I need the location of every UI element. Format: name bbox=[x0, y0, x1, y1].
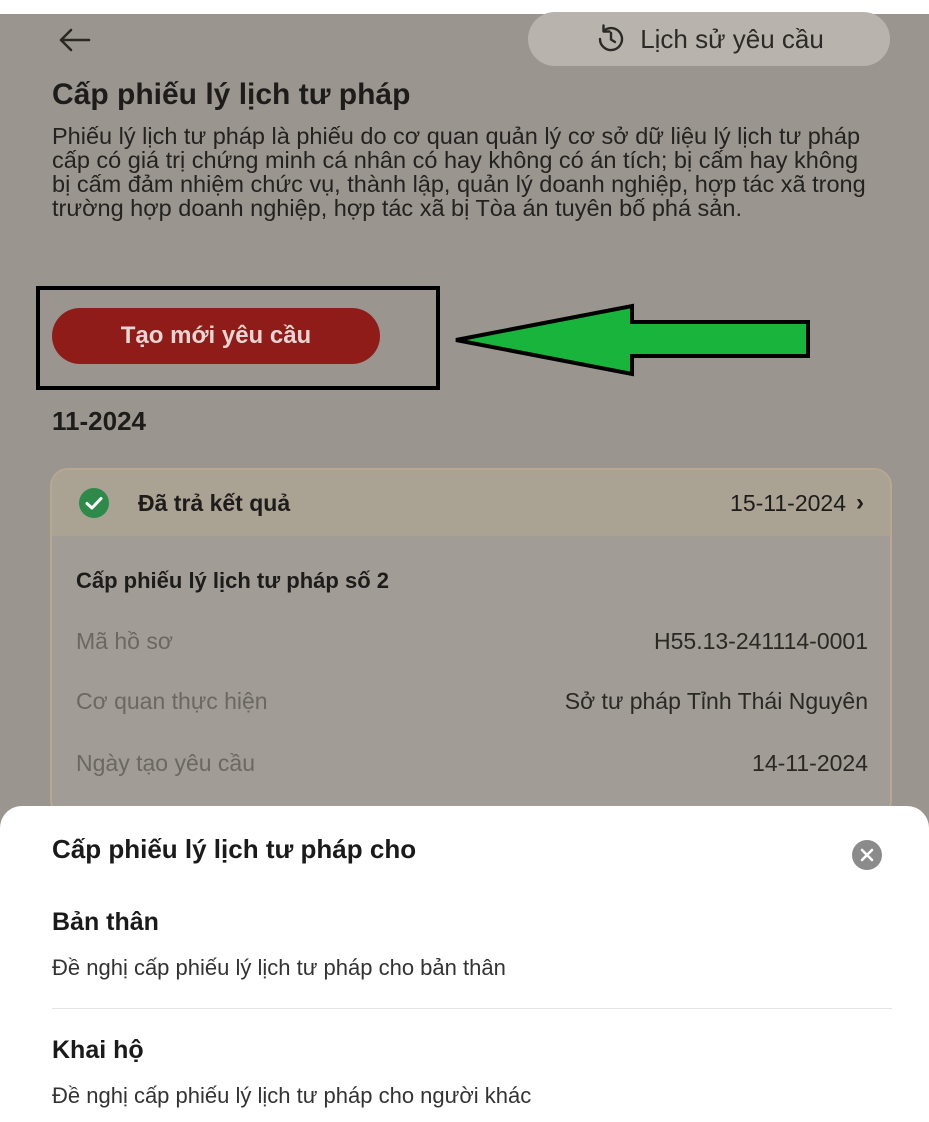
request-history-label: Lịch sử yêu cầu bbox=[640, 23, 824, 54]
chevron-right-icon: › bbox=[856, 489, 864, 516]
detail-row-agency: Cơ quan thực hiện Sở tư pháp Tỉnh Thái N… bbox=[76, 688, 868, 715]
option-title: Bản thân bbox=[52, 908, 159, 936]
option-on-behalf[interactable]: Khai hộ Đề nghị cấp phiếu lý lịch tư phá… bbox=[52, 1036, 892, 1109]
detail-value: H55.13-241114-0001 bbox=[654, 628, 868, 654]
detail-label: Mã hồ sơ bbox=[76, 628, 173, 654]
month-group-label: 11-2024 bbox=[52, 406, 146, 436]
detail-label: Ngày tạo yêu cầu bbox=[76, 750, 256, 776]
status-badge: Đã trả kết quả bbox=[138, 489, 291, 516]
history-clock-icon bbox=[594, 22, 628, 56]
annotation-highlight-box bbox=[36, 286, 440, 390]
request-history-button[interactable]: Lịch sử yêu cầu bbox=[528, 12, 890, 66]
close-icon[interactable] bbox=[852, 840, 882, 870]
detail-value: 14-11-2024 bbox=[752, 750, 868, 776]
page-description: Phiếu lý lịch tư pháp là phiếu do cơ qua… bbox=[52, 123, 866, 221]
detail-value: Sở tư pháp Tỉnh Thái Nguyên bbox=[564, 688, 868, 714]
bottom-sheet: Cấp phiếu lý lịch tư pháp cho Bản thân Đ… bbox=[0, 806, 929, 1122]
detail-label: Cơ quan thực hiện bbox=[76, 688, 268, 714]
status-date: 15-11-2024 bbox=[730, 489, 846, 516]
detail-row-created-date: Ngày tạo yêu cầu 14-11-2024 bbox=[76, 750, 868, 777]
request-card[interactable]: Đã trả kết quả 15-11-2024 › Cấp phiếu lý… bbox=[50, 468, 892, 818]
option-description: Đề nghị cấp phiếu lý lịch tư pháp cho ng… bbox=[52, 1083, 532, 1108]
back-arrow-icon[interactable] bbox=[54, 22, 94, 58]
check-circle-icon bbox=[78, 487, 110, 519]
page-title: Cấp phiếu lý lịch tư pháp bbox=[52, 78, 411, 111]
bottom-sheet-title: Cấp phiếu lý lịch tư pháp cho bbox=[52, 834, 417, 864]
request-title: Cấp phiếu lý lịch tư pháp số 2 bbox=[76, 568, 389, 593]
option-title: Khai hộ bbox=[52, 1036, 144, 1064]
option-divider bbox=[52, 1008, 892, 1009]
request-card-header[interactable]: Đã trả kết quả 15-11-2024 › bbox=[52, 470, 890, 536]
option-self[interactable]: Bản thân Đề nghị cấp phiếu lý lịch tư ph… bbox=[52, 908, 892, 981]
annotation-arrow-icon bbox=[455, 303, 810, 377]
detail-row-file-code: Mã hồ sơ H55.13-241114-0001 bbox=[76, 628, 868, 655]
option-description: Đề nghị cấp phiếu lý lịch tư pháp cho bả… bbox=[52, 955, 506, 980]
